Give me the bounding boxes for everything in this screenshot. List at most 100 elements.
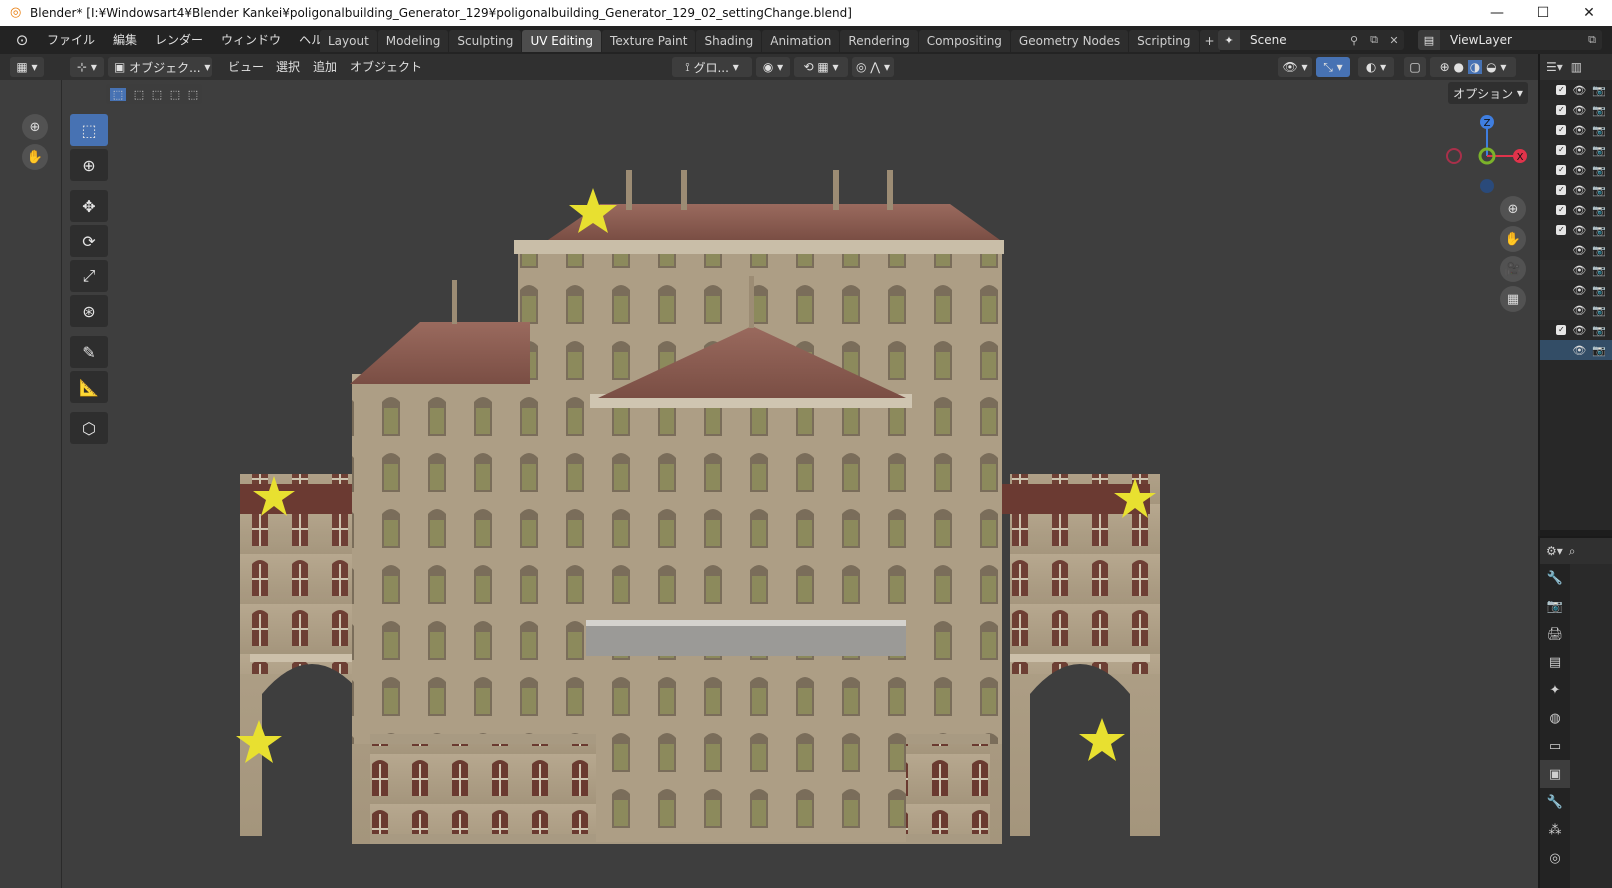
outliner-row[interactable]: ✓ 👁 📷 [1540, 220, 1612, 240]
select-intersect-icon[interactable]: ⬚ [188, 88, 198, 101]
camera-icon[interactable]: 📷 [1592, 284, 1606, 297]
add-workspace-button[interactable]: + [1199, 30, 1220, 52]
checkbox-icon[interactable]: ✓ [1556, 325, 1567, 335]
eye-icon[interactable]: 👁 [1572, 204, 1586, 217]
outliner-row[interactable]: ✓ 👁 📷 [1540, 180, 1612, 200]
scene-tab-icon[interactable]: ✦ [1540, 676, 1570, 704]
transform-orientation[interactable]: ⟟ グロ... ▾ [672, 57, 752, 77]
camera-icon[interactable]: 📷 [1592, 324, 1606, 337]
proportional-edit-icon[interactable]: ◎ ⋀ ▾ [852, 57, 894, 77]
transform-icon[interactable]: ⊛ [70, 295, 108, 327]
tab-rendering[interactable]: Rendering [840, 30, 918, 52]
eye-icon[interactable]: 👁 [1572, 84, 1586, 97]
tab-uv-editing[interactable]: UV Editing [522, 30, 602, 52]
menu-edit[interactable]: 編集 [104, 26, 146, 54]
search-icon[interactable]: ⌕ [1569, 544, 1576, 559]
eye-icon[interactable]: 👁 [1572, 344, 1586, 357]
eye-icon[interactable]: 👁 [1572, 104, 1586, 117]
camera-icon[interactable]: 📷 [1592, 344, 1606, 357]
remove-scene-icon[interactable]: ✕ [1384, 30, 1404, 50]
material-preview-icon[interactable]: ◑ [1467, 60, 1483, 74]
outliner-filter-icon[interactable]: ▥ [1571, 60, 1582, 74]
minimize-button[interactable]: — [1474, 0, 1520, 26]
eye-icon[interactable]: 👁 [1572, 184, 1586, 197]
copy-scene-icon[interactable]: ⧉ [1364, 30, 1384, 50]
outliner-row[interactable]: 👁 📷 [1540, 280, 1612, 300]
modifier-tab-icon[interactable]: 🔧 [1540, 788, 1570, 816]
outliner-row[interactable]: 👁 📷 [1540, 240, 1612, 260]
pin-icon[interactable]: ⚲ [1344, 30, 1364, 50]
checkbox-icon[interactable]: ✓ [1556, 105, 1567, 115]
measure-icon[interactable]: 📐 [70, 371, 108, 403]
checkbox-icon[interactable]: ✓ [1556, 185, 1567, 195]
camera-icon[interactable]: 📷 [1592, 264, 1606, 277]
scene-selector[interactable]: ✦ Scene ⚲ ⧉ ✕ [1218, 30, 1404, 50]
annotate-icon[interactable]: ✎ [70, 336, 108, 368]
output-tab-icon[interactable]: 🖨 [1540, 620, 1570, 648]
camera-icon[interactable]: 🎥 [1500, 256, 1526, 282]
cursor-icon[interactable]: ⊕ [70, 149, 108, 181]
eye-icon[interactable]: 👁 [1572, 164, 1586, 177]
checkbox-icon[interactable]: ✓ [1556, 165, 1567, 175]
navigation-gizmo[interactable]: Z X [1440, 110, 1540, 200]
outliner-editor-icon[interactable]: ☰▾ [1546, 60, 1563, 74]
pivot-point-icon[interactable]: ◉ ▾ [756, 57, 790, 77]
overlay-toggle-icon[interactable]: ◐ ▾ [1358, 57, 1394, 77]
hand-pan-icon[interactable]: ✋ [22, 144, 48, 170]
menu-window[interactable]: ウィンドウ [212, 26, 290, 54]
zoom-icon[interactable]: ⊕ [22, 114, 48, 140]
collection-tab-icon[interactable]: ▭ [1540, 732, 1570, 760]
editor-type-icon[interactable]: ▦ ▾ [10, 57, 44, 77]
maximize-button[interactable]: ☐ [1520, 0, 1566, 26]
camera-icon[interactable]: 📷 [1592, 104, 1606, 117]
xray-toggle-icon[interactable]: ▢ [1404, 57, 1426, 77]
camera-icon[interactable]: 📷 [1592, 304, 1606, 317]
outliner-row[interactable]: ✓ 👁 📷 [1540, 80, 1612, 100]
eye-icon[interactable]: 👁 [1572, 144, 1586, 157]
outliner-row[interactable]: ✓ 👁 📷 [1540, 100, 1612, 120]
gizmo-neg-z-axis[interactable] [1480, 179, 1494, 193]
tab-animation[interactable]: Animation [762, 30, 840, 52]
mode-selector[interactable]: ▣ オブジェク... ▾ [108, 57, 212, 77]
rendered-icon[interactable]: ◒ [1486, 60, 1496, 74]
outliner-row[interactable]: 👁 📷 [1540, 300, 1612, 320]
eye-icon[interactable]: 👁 [1572, 304, 1586, 317]
building-model-render[interactable] [0, 54, 1538, 888]
tab-layout[interactable]: Layout [320, 30, 377, 52]
solid-icon[interactable]: ● [1453, 60, 1463, 74]
wireframe-icon[interactable]: ⊕ [1440, 60, 1450, 74]
copy-viewlayer-icon[interactable]: ⧉ [1582, 30, 1602, 50]
particles-tab-icon[interactable]: ⁂ [1540, 816, 1570, 844]
select-extend-icon[interactable]: ⬚ [134, 88, 144, 101]
select-new-icon[interactable]: ⬚ [109, 87, 127, 101]
outliner-row[interactable]: ✓ 👁 📷 [1540, 160, 1612, 180]
zoom-icon[interactable]: ⊕ [1500, 196, 1526, 222]
outliner-row[interactable]: ✓ 👁 📷 [1540, 140, 1612, 160]
menu-view[interactable]: ビュー [228, 54, 264, 80]
camera-icon[interactable]: 📷 [1592, 244, 1606, 257]
scale-icon[interactable]: ⤢ [70, 260, 108, 292]
camera-icon[interactable]: 📷 [1592, 224, 1606, 237]
checkbox-icon[interactable]: ✓ [1556, 205, 1567, 215]
render-tab-icon[interactable]: 📷 [1540, 592, 1570, 620]
view-layer-tab-icon[interactable]: ▤ [1540, 648, 1570, 676]
camera-icon[interactable]: 📷 [1592, 84, 1606, 97]
gizmo-neg-x-axis[interactable] [1446, 148, 1462, 164]
menu-file[interactable]: ファイル [38, 26, 104, 54]
checkbox-icon[interactable]: ✓ [1556, 225, 1567, 235]
close-button[interactable]: ✕ [1566, 0, 1612, 26]
checkbox-icon[interactable]: ✓ [1556, 85, 1567, 95]
camera-icon[interactable]: 📷 [1592, 124, 1606, 137]
checkbox-icon[interactable]: ✓ [1556, 125, 1567, 135]
menu-select[interactable]: 選択 [276, 54, 300, 80]
tab-shading[interactable]: Shading [696, 30, 762, 52]
grid-icon[interactable]: ▦ [1500, 286, 1526, 312]
outliner-row[interactable]: ✓ 👁 📷 [1540, 200, 1612, 220]
rotate-icon[interactable]: ⟳ [70, 225, 108, 257]
select-box-icon[interactable]: ⬚ [70, 114, 108, 146]
tab-compositing[interactable]: Compositing [918, 30, 1010, 52]
tab-texture-paint[interactable]: Texture Paint [602, 30, 696, 52]
camera-icon[interactable]: 📷 [1592, 164, 1606, 177]
menu-render[interactable]: レンダー [146, 26, 212, 54]
outliner-row[interactable]: ✓ 👁 📷 [1540, 320, 1612, 340]
